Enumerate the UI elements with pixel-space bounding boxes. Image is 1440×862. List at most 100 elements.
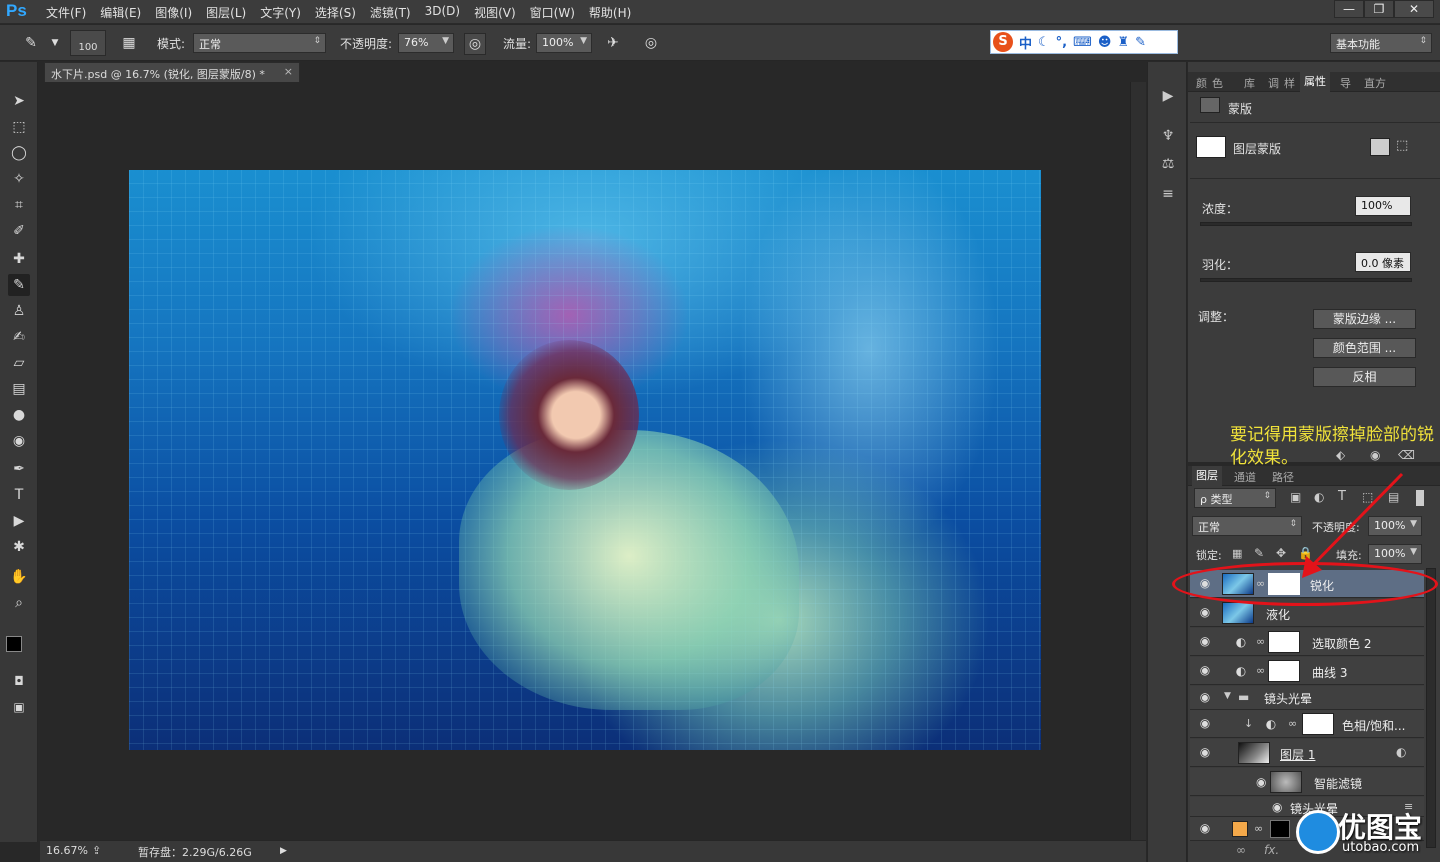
- ime-language[interactable]: 中: [1019, 33, 1032, 52]
- layer-mask-thumbnail[interactable]: [1302, 713, 1334, 735]
- crop-tool-icon[interactable]: ⌗: [8, 194, 30, 216]
- eye-icon[interactable]: ◉: [1256, 775, 1266, 789]
- tab-libraries[interactable]: 库: [1244, 75, 1255, 91]
- close-button[interactable]: ✕: [1394, 0, 1434, 18]
- minimize-button[interactable]: —: [1334, 0, 1364, 18]
- chevron-down-icon[interactable]: ▼: [44, 33, 66, 55]
- sliders-icon[interactable]: ≡: [1158, 184, 1178, 204]
- menu-help[interactable]: 帮助(H): [589, 4, 631, 21]
- zoom-level[interactable]: 16.67%: [46, 844, 88, 857]
- pressure-opacity-icon[interactable]: ◎: [464, 33, 486, 55]
- layer-row-selective-color[interactable]: ◉ ◐ ∞ 选取颜色 2: [1190, 628, 1424, 656]
- opacity-input[interactable]: 76% ▼: [398, 33, 454, 53]
- link-icon[interactable]: ∞: [1288, 717, 1297, 730]
- menu-type[interactable]: 文字(Y): [260, 4, 301, 21]
- brush-preset-icon[interactable]: ♆: [1158, 126, 1178, 146]
- brush-preset-icon[interactable]: ✎: [20, 33, 42, 55]
- mask-edge-button[interactable]: 蒙版边缘 ...: [1313, 309, 1416, 329]
- triangle-down-icon[interactable]: ▼: [1224, 691, 1231, 701]
- blur-tool-icon[interactable]: ●: [8, 404, 30, 426]
- user-icon[interactable]: ☻: [1098, 35, 1112, 50]
- screen-mode-icon[interactable]: ▣: [8, 696, 30, 718]
- tab-histogram[interactable]: 直方: [1364, 75, 1386, 91]
- wrench-icon[interactable]: ✎: [1135, 35, 1146, 50]
- clone-source-icon[interactable]: ⚖: [1158, 154, 1178, 174]
- gradient-tool-icon[interactable]: ▤: [8, 378, 30, 400]
- tab-navigator[interactable]: 导: [1340, 75, 1351, 91]
- vertical-scrollbar[interactable]: [1130, 82, 1146, 840]
- eyedropper-tool-icon[interactable]: ✐: [8, 220, 30, 242]
- brush-panel-icon[interactable]: ▦: [118, 33, 140, 55]
- restore-button[interactable]: ❐: [1364, 0, 1394, 18]
- eye-icon[interactable]: ◉: [1198, 690, 1212, 704]
- flow-input[interactable]: 100% ▼: [536, 33, 592, 53]
- layer-mask-thumbnail[interactable]: [1268, 631, 1300, 653]
- density-input[interactable]: 100%: [1355, 196, 1411, 216]
- eye-icon[interactable]: ◉: [1198, 821, 1212, 835]
- layer-row-layer-1[interactable]: ◉ 图层 1 ◐: [1190, 739, 1424, 767]
- layer-group-lens-flare[interactable]: ◉ ▼ ▬ 镜头光晕: [1190, 686, 1424, 710]
- tab-adjustments[interactable]: 调: [1268, 75, 1279, 91]
- link-icon[interactable]: ∞: [1256, 664, 1265, 677]
- healing-tool-icon[interactable]: ✚: [8, 248, 30, 270]
- foreground-color-swatch[interactable]: [6, 636, 22, 652]
- menu-3d[interactable]: 3D(D): [425, 4, 460, 21]
- invert-button[interactable]: 反相: [1313, 367, 1416, 387]
- menu-select[interactable]: 选择(S): [315, 4, 356, 21]
- link-layers-icon[interactable]: ∞: [1236, 843, 1246, 857]
- lock-position-icon[interactable]: ✥: [1276, 546, 1286, 560]
- close-icon[interactable]: ×: [284, 65, 293, 78]
- type-tool-icon[interactable]: T: [8, 484, 30, 506]
- tab-channels[interactable]: 通道: [1234, 469, 1256, 485]
- punctuation-icon[interactable]: °,: [1056, 35, 1067, 50]
- eye-icon[interactable]: ◉: [1272, 800, 1282, 814]
- feather-slider[interactable]: [1200, 278, 1412, 282]
- pen-tool-icon[interactable]: ✒: [8, 458, 30, 480]
- layer-mask-thumbnail[interactable]: [1268, 660, 1300, 682]
- marquee-tool-icon[interactable]: ⬚: [8, 116, 30, 138]
- lock-transparent-icon[interactable]: ▦: [1232, 547, 1242, 560]
- blend-mode-select[interactable]: 正常 ⇕: [1192, 516, 1302, 536]
- menu-view[interactable]: 视图(V): [474, 4, 516, 21]
- shape-tool-icon[interactable]: ✱: [8, 536, 30, 558]
- add-vector-mask-icon[interactable]: ⬚: [1396, 138, 1414, 156]
- document-canvas-image[interactable]: [129, 170, 1041, 750]
- brush-tool-icon[interactable]: ✎: [8, 274, 30, 296]
- zoom-tool-icon[interactable]: ⌕: [8, 592, 30, 614]
- quick-mask-icon[interactable]: ◘: [8, 670, 30, 692]
- color-range-button[interactable]: 颜色范围 ...: [1313, 338, 1416, 358]
- menu-layer[interactable]: 图层(L): [206, 4, 246, 21]
- filter-toggle[interactable]: [1416, 490, 1424, 506]
- menu-edit[interactable]: 编辑(E): [100, 4, 141, 21]
- menu-window[interactable]: 窗口(W): [530, 4, 575, 21]
- eye-icon[interactable]: ◉: [1198, 605, 1212, 619]
- layer-filter-select[interactable]: ρ 类型 ⇕: [1194, 488, 1276, 508]
- moon-icon[interactable]: ☾: [1038, 35, 1050, 50]
- link-icon[interactable]: ∞: [1254, 822, 1263, 835]
- eye-icon[interactable]: ◉: [1198, 716, 1212, 730]
- mode-select[interactable]: 正常 ⇕: [193, 33, 326, 53]
- layer-row-hue-saturation[interactable]: ◉ ↓ ◐ ∞ 色相/饱和...: [1190, 710, 1424, 738]
- history-brush-tool-icon[interactable]: ✍: [8, 326, 30, 348]
- pressure-size-icon[interactable]: ◎: [640, 33, 662, 55]
- document-tab[interactable]: 水下片.psd @ 16.7% (锐化, 图层蒙版/8) * ×: [44, 62, 300, 82]
- menu-image[interactable]: 图像(I): [155, 4, 192, 21]
- workspace-select[interactable]: 基本功能 ⇕: [1330, 33, 1432, 53]
- density-slider[interactable]: [1200, 222, 1412, 226]
- link-icon[interactable]: ∞: [1256, 635, 1265, 648]
- keyboard-icon[interactable]: ⌨: [1073, 35, 1092, 50]
- tab-properties[interactable]: 属性: [1300, 72, 1330, 92]
- eye-icon[interactable]: ◉: [1198, 745, 1212, 759]
- menu-filter[interactable]: 滤镜(T): [370, 4, 411, 21]
- tab-swatches[interactable]: 色: [1212, 75, 1223, 91]
- brush-size-picker[interactable]: 100: [70, 30, 106, 56]
- play-action-icon[interactable]: ▶: [1158, 86, 1178, 106]
- dodge-tool-icon[interactable]: ◉: [8, 430, 30, 452]
- tab-styles[interactable]: 样: [1284, 75, 1295, 91]
- stamp-tool-icon[interactable]: ♙: [8, 300, 30, 322]
- airbrush-icon[interactable]: ✈: [602, 33, 624, 55]
- add-pixel-mask-button[interactable]: [1370, 138, 1390, 156]
- eye-icon[interactable]: ◉: [1198, 663, 1212, 677]
- skin-icon[interactable]: ♜: [1117, 35, 1129, 50]
- eye-icon[interactable]: ◉: [1198, 634, 1212, 648]
